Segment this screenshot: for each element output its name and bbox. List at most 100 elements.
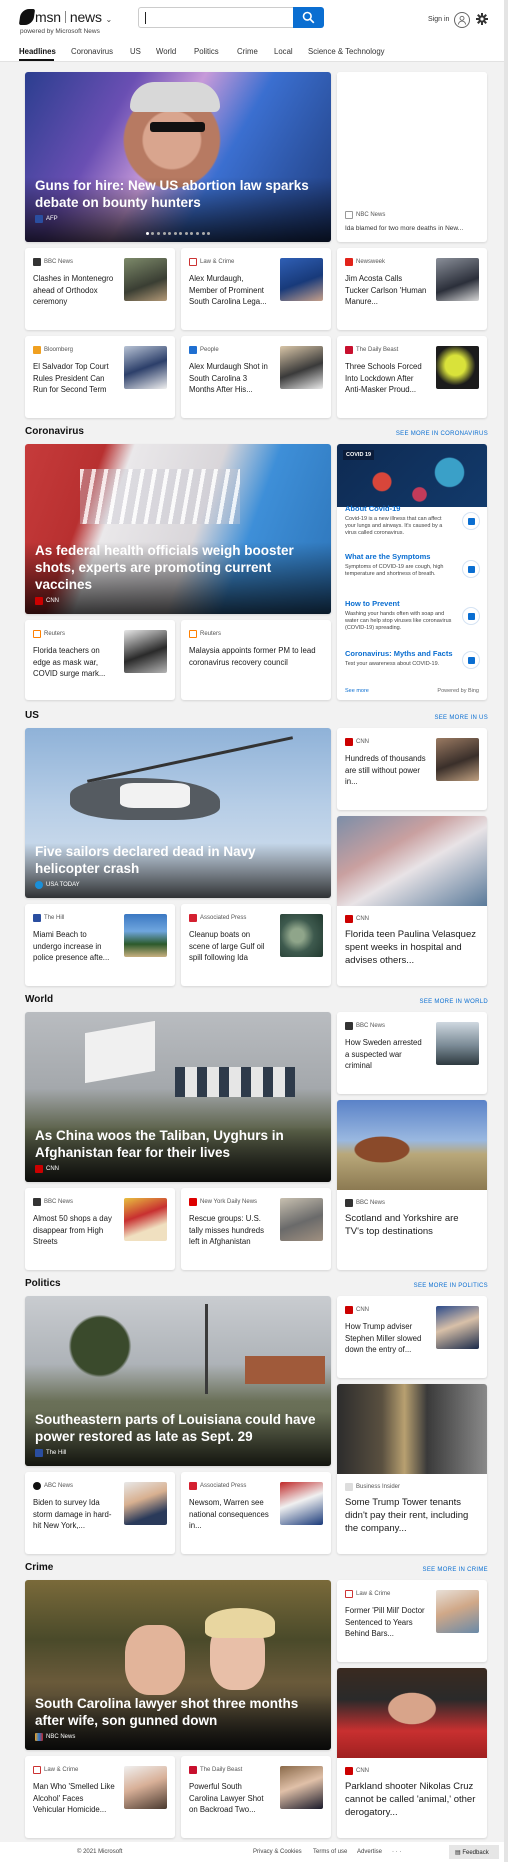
see-more-world-link[interactable]: SEE MORE IN WORLD xyxy=(420,999,488,1005)
card-title: Clashes in Montenegro ahead of Orthodox … xyxy=(33,274,114,306)
more-menu-button[interactable]: · · · xyxy=(392,1849,401,1855)
covid-row-desc: Symptoms of COVID-19 are cough, high tem… xyxy=(345,564,444,577)
news-card[interactable]: CNN How Trump adviser Stephen Miller slo… xyxy=(337,1296,487,1378)
covid-row-myths[interactable]: Coronavirus: Myths and Facts Test your a… xyxy=(345,649,480,669)
covid-row-about[interactable]: About Covid-19 Covid-19 is a new illness… xyxy=(345,504,480,537)
terms-link[interactable]: Terms of use xyxy=(313,1849,347,1855)
news-card[interactable]: The Daily Beast Three Schools Forced Int… xyxy=(337,336,487,418)
tab-world[interactable]: World xyxy=(156,47,176,56)
news-card[interactable]: Associated Press Cleanup boats on scene … xyxy=(181,904,331,986)
card-source: Law & Crime xyxy=(356,1591,391,1597)
news-card[interactable]: BBC News Almost 50 shops a day disappear… xyxy=(25,1188,175,1270)
covid-row-symptoms[interactable]: What are the Symptoms Symptoms of COVID-… xyxy=(345,552,480,578)
us-hero-title: Five sailors declared dead in Navy helic… xyxy=(35,844,256,876)
card-title: Cleanup boats on scene of large Gulf oil… xyxy=(189,930,265,962)
card-thumbnail xyxy=(436,1022,479,1065)
card-image xyxy=(337,1384,487,1474)
news-card-tall[interactable]: CNN Parkland shooter Nikolas Cruz cannot… xyxy=(337,1668,487,1838)
search-icon xyxy=(302,11,315,24)
tab-science-technology[interactable]: Science & Technology xyxy=(308,47,385,56)
privacy-link[interactable]: Privacy & Cookies xyxy=(253,1849,302,1855)
coronavirus-hero-title: As federal health officials weigh booste… xyxy=(35,543,294,592)
card-source: Bloomberg xyxy=(44,347,74,353)
card-source: Law & Crime xyxy=(44,1767,79,1773)
card-thumbnail xyxy=(280,258,323,301)
card-source: CNN xyxy=(356,739,369,745)
news-card[interactable]: People Alex Murdaugh Shot in South Carol… xyxy=(181,336,331,418)
search-button[interactable] xyxy=(293,7,324,28)
top-side-card[interactable]: NBC News Ida blamed for two more deaths … xyxy=(337,72,487,242)
news-card-tall[interactable]: CNN Florida teen Paulina Velasquez spent… xyxy=(337,816,487,986)
section-title-world[interactable]: World xyxy=(25,994,53,1005)
world-hero-card[interactable]: As China woos the Taliban, Uyghurs in Af… xyxy=(25,1012,331,1182)
news-card[interactable]: Bloomberg El Salvador Top Court Rules Pr… xyxy=(25,336,175,418)
news-card[interactable]: Reuters Malaysia appoints former PM to l… xyxy=(181,620,331,700)
powered-by: powered by Microsoft News xyxy=(20,28,100,35)
tab-crime[interactable]: Crime xyxy=(237,47,258,56)
covid-see-more-link[interactable]: See more xyxy=(345,688,369,694)
card-source: Law & Crime xyxy=(200,259,235,265)
see-more-crime-link[interactable]: SEE MORE IN CRIME xyxy=(423,1567,488,1573)
news-card[interactable]: The Hill Miami Beach to undergo increase… xyxy=(25,904,175,986)
news-card[interactable]: New York Daily News Rescue groups: U.S. … xyxy=(181,1188,331,1270)
advertise-link[interactable]: Advertise xyxy=(357,1849,382,1855)
card-title: Florida teachers on edge as mask war, CO… xyxy=(33,646,106,678)
covid-row-prevent[interactable]: How to Prevent Washing your hands often … xyxy=(345,599,480,632)
card-title: How Sweden arrested a suspected war crim… xyxy=(345,1038,422,1070)
news-card[interactable]: Newsweek Jim Acosta Calls Tucker Carlson… xyxy=(337,248,487,330)
see-more-us-link[interactable]: SEE MORE IN US xyxy=(434,715,488,721)
politics-hero-source: The Hill xyxy=(46,1450,67,1456)
covid-row-title: How to Prevent xyxy=(345,599,400,608)
crime-hero-source: NBC News xyxy=(46,1734,76,1740)
covid-row-desc: Test your awareness about COVID-19. xyxy=(345,661,440,667)
covid-row-desc: Covid-19 is a new illness that can affec… xyxy=(345,516,443,536)
coronavirus-hero-card[interactable]: As federal health officials weigh booste… xyxy=(25,444,331,614)
tab-local[interactable]: Local xyxy=(274,47,293,56)
card-image xyxy=(337,1668,487,1758)
person-icon xyxy=(457,15,467,25)
scrollbar[interactable] xyxy=(504,0,508,1862)
section-title-coronavirus[interactable]: Coronavirus xyxy=(25,426,84,437)
card-thumbnail xyxy=(124,914,167,957)
top-side-source: NBC News xyxy=(356,212,386,218)
news-card[interactable]: CNN Hundreds of thousands are still with… xyxy=(337,728,487,810)
sign-in-link[interactable]: Sign in xyxy=(428,16,449,23)
card-image xyxy=(337,816,487,906)
tab-us[interactable]: US xyxy=(130,47,141,56)
news-card[interactable]: Associated Press Newsom, Warren see nati… xyxy=(181,1472,331,1554)
news-card[interactable]: ABC News Biden to survey Ida storm damag… xyxy=(25,1472,175,1554)
crime-hero-card[interactable]: South Carolina lawyer shot three months … xyxy=(25,1580,331,1750)
section-title-us[interactable]: US xyxy=(25,710,39,721)
card-title: How Trump adviser Stephen Miller slowed … xyxy=(345,1322,422,1354)
crime-hero-title: South Carolina lawyer shot three months … xyxy=(35,1696,299,1728)
tab-coronavirus[interactable]: Coronavirus xyxy=(71,47,113,56)
gear-icon[interactable] xyxy=(476,13,488,25)
card-source: New York Daily News xyxy=(200,1199,258,1205)
news-card-tall[interactable]: Business Insider Some Trump Tower tenant… xyxy=(337,1384,487,1554)
see-more-coronavirus-link[interactable]: SEE MORE IN CORONAVIRUS xyxy=(396,431,488,437)
see-more-politics-link[interactable]: SEE MORE IN POLITICS xyxy=(414,1283,488,1289)
carousel-dots[interactable] xyxy=(25,222,331,240)
news-card[interactable]: Law & Crime Alex Murdaugh, Member of Pro… xyxy=(181,248,331,330)
covid-row-desc: Washing your hands often with soap and w… xyxy=(345,611,452,631)
avatar[interactable] xyxy=(454,12,470,28)
news-card[interactable]: The Daily Beast Powerful South Carolina … xyxy=(181,1756,331,1838)
news-card[interactable]: Law & Crime Man Who 'Smelled Like Alcoho… xyxy=(25,1756,175,1838)
politics-hero-card[interactable]: Southeastern parts of Louisiana could ha… xyxy=(25,1296,331,1466)
header: msn news ⌄ powered by Microsoft News Sign… xyxy=(0,0,508,40)
news-card[interactable]: Law & Crime Former 'Pill Mill' Doctor Se… xyxy=(337,1580,487,1662)
section-title-politics[interactable]: Politics xyxy=(25,1278,61,1289)
tab-politics[interactable]: Politics xyxy=(194,47,219,56)
search-input[interactable] xyxy=(143,8,289,27)
top-hero-card[interactable]: Guns for hire: New US abortion law spark… xyxy=(25,72,331,242)
search-box[interactable] xyxy=(138,7,293,28)
tab-headlines[interactable]: Headlines xyxy=(19,47,56,56)
news-card-tall[interactable]: BBC News Scotland and Yorkshire are TV's… xyxy=(337,1100,487,1270)
news-card[interactable]: BBC News Clashes in Montenegro ahead of … xyxy=(25,248,175,330)
section-title-crime[interactable]: Crime xyxy=(25,1562,53,1573)
news-card[interactable]: Reuters Florida teachers on edge as mask… xyxy=(25,620,175,700)
feedback-button[interactable]: ▤ Feedback xyxy=(449,1845,499,1859)
us-hero-card[interactable]: Five sailors declared dead in Navy helic… xyxy=(25,728,331,898)
news-card[interactable]: BBC News How Sweden arrested a suspected… xyxy=(337,1012,487,1094)
card-source: Reuters xyxy=(200,631,222,637)
